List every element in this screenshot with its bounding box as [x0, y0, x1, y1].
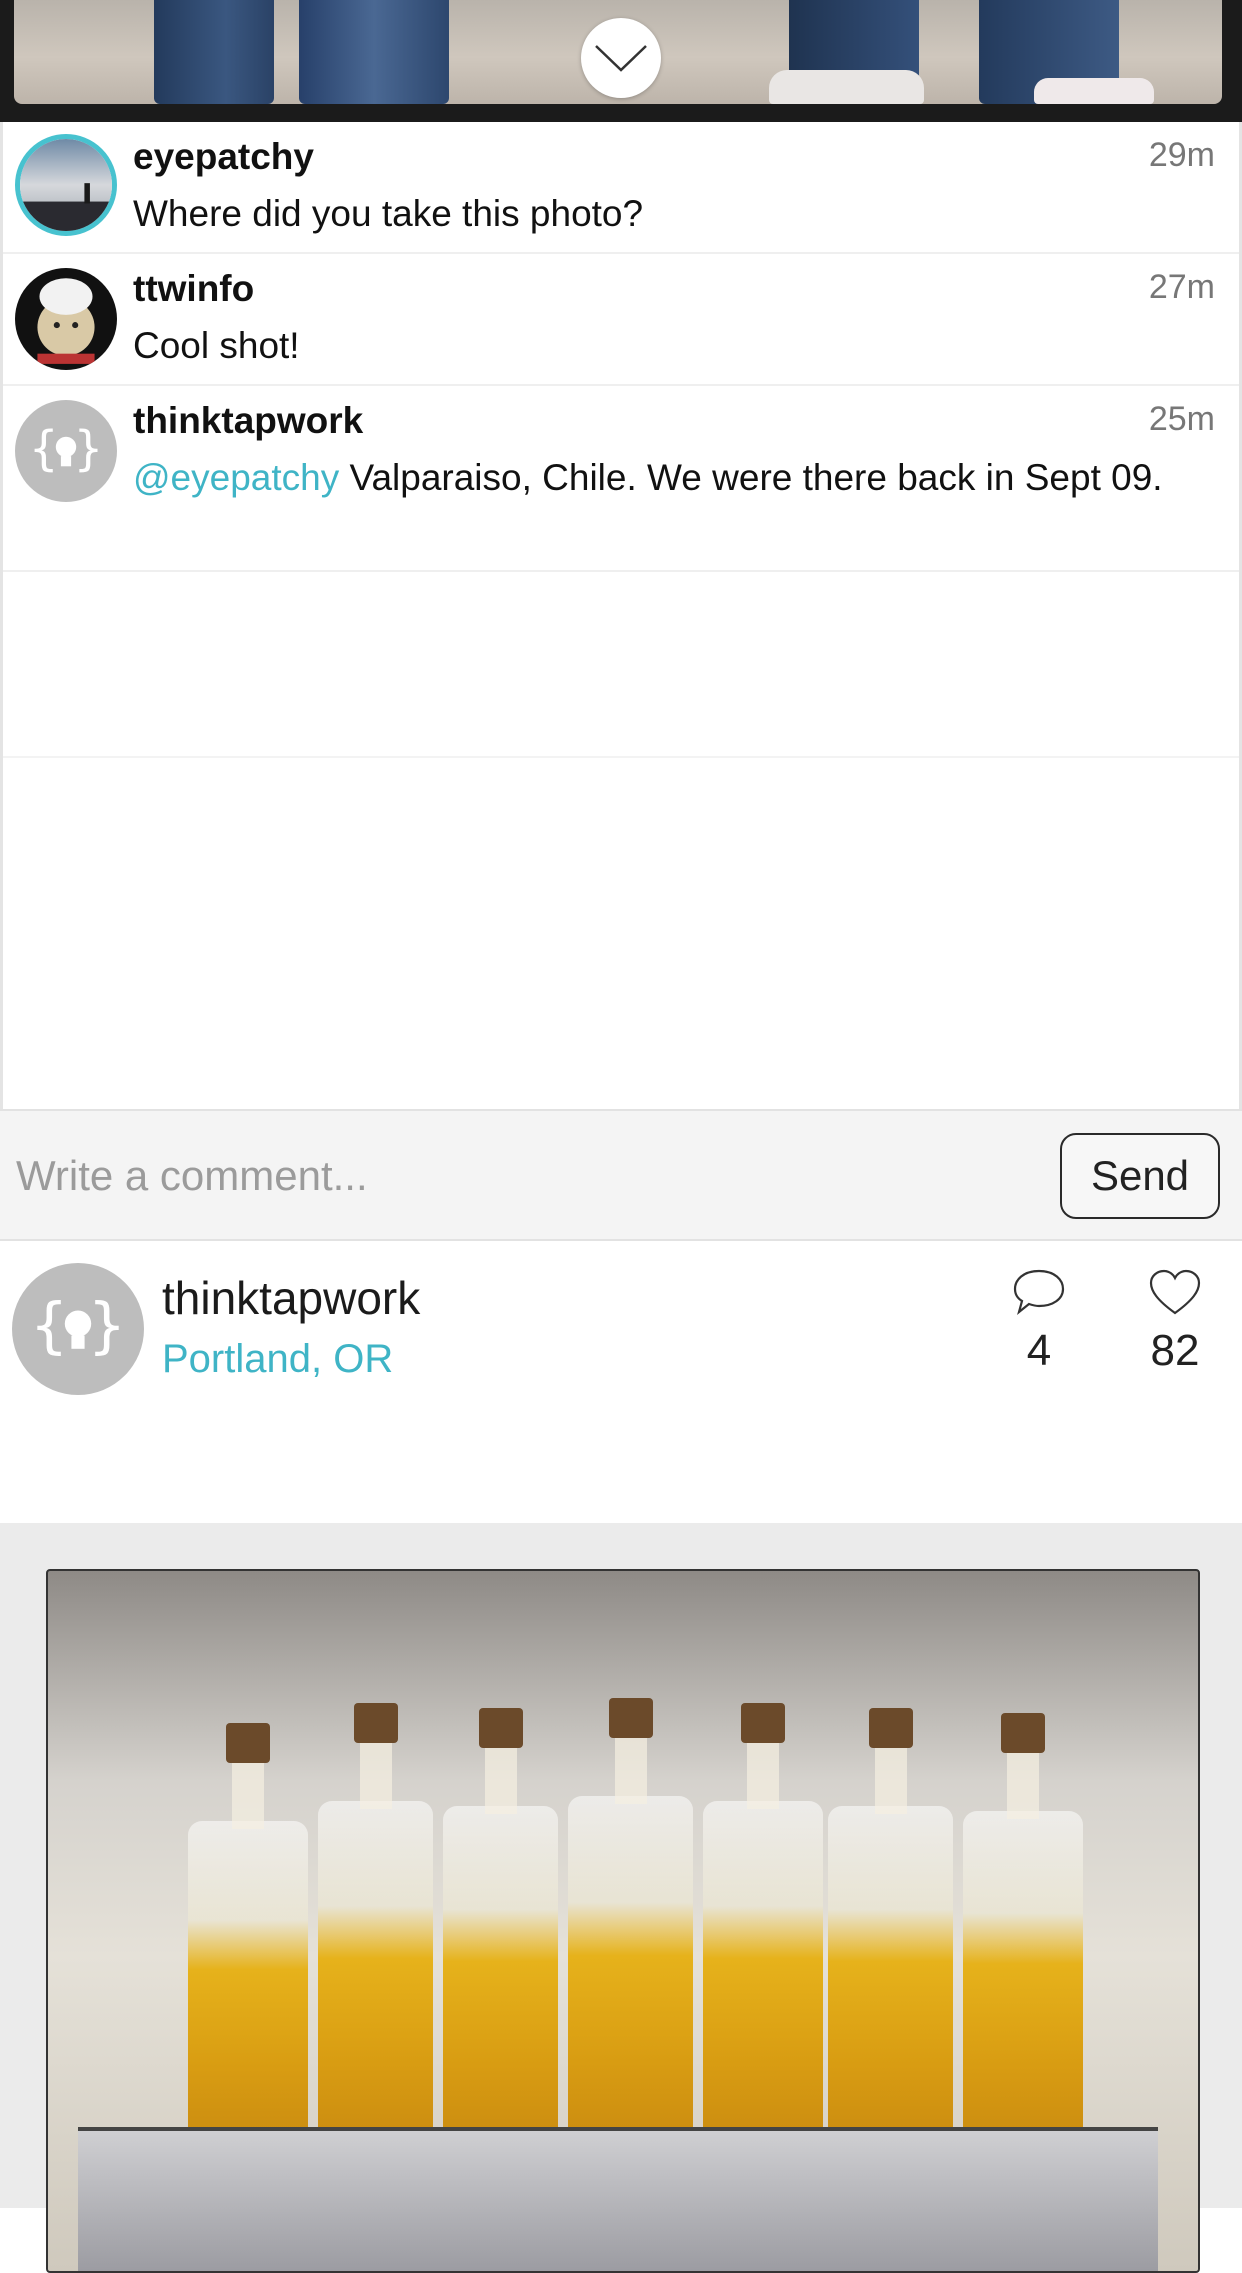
- comments-panel: eyepatchy 29m Where did you take this ph…: [0, 122, 1242, 1109]
- comment-text: @eyepatchy Valparaiso, Chile. We were th…: [133, 451, 1179, 505]
- comment-compose-bar: Send: [0, 1109, 1242, 1241]
- photo-detail: [154, 0, 274, 104]
- post-photo[interactable]: [46, 1569, 1200, 2273]
- photo-detail: [1034, 78, 1154, 104]
- photo-detail: [443, 1708, 558, 2151]
- comment-username[interactable]: thinktapwork: [133, 400, 363, 442]
- photo-detail: [318, 1703, 433, 2151]
- avatar[interactable]: [15, 268, 117, 370]
- comment-input[interactable]: [14, 1137, 1018, 1215]
- post-username[interactable]: thinktapwork: [162, 1271, 420, 1325]
- comment-item: eyepatchy 29m Where did you take this ph…: [3, 122, 1239, 254]
- comment-body: Valparaiso, Chile. We were there back in…: [339, 457, 1163, 498]
- photo-detail: [78, 2127, 1158, 2271]
- avatar-image: { }: [12, 1263, 144, 1395]
- photo-detail: [703, 1703, 823, 2151]
- post-location[interactable]: Portland, OR: [162, 1337, 393, 1382]
- comment-text: Cool shot!: [133, 325, 300, 366]
- post-header: { } thinktapwork Portland, OR 4 82: [0, 1241, 1242, 1523]
- avatar-image: [15, 268, 117, 370]
- avatar-image: { }: [15, 400, 117, 502]
- photo-detail: [188, 1723, 308, 2151]
- photo-detail: [963, 1713, 1083, 2151]
- post-photo-area: [0, 1523, 1242, 2273]
- likes-count-button[interactable]: 82: [1130, 1267, 1220, 1376]
- avatar[interactable]: { }: [15, 400, 117, 502]
- mention-link[interactable]: @eyepatchy: [133, 457, 339, 498]
- comment-item: ttwinfo 27m Cool shot!: [3, 254, 1239, 386]
- empty-row: [3, 572, 1239, 758]
- photo-detail: [568, 1698, 693, 2151]
- photo-detail: [299, 0, 449, 104]
- send-button[interactable]: Send: [1060, 1133, 1220, 1219]
- avatar-image: [20, 139, 112, 231]
- avatar[interactable]: { }: [12, 1263, 144, 1395]
- photo-detail: [769, 70, 924, 104]
- previous-photo-frame: [0, 0, 1242, 122]
- chevron-down-icon: [595, 45, 647, 72]
- comment-item: { } thinktapwork 25m @eyepatchy Valparai…: [3, 386, 1239, 572]
- comment-time: 27m: [1148, 268, 1215, 306]
- comment-username[interactable]: eyepatchy: [133, 136, 314, 178]
- comment-text: Where did you take this photo?: [133, 193, 644, 234]
- comment-time: 29m: [1148, 136, 1215, 174]
- comments-count-button[interactable]: 4: [994, 1267, 1084, 1376]
- likes-count: 82: [1150, 1326, 1200, 1375]
- heart-icon: [1149, 1269, 1201, 1315]
- comment-username[interactable]: ttwinfo: [133, 268, 254, 310]
- collapse-button[interactable]: [581, 18, 661, 98]
- speech-bubble-icon: [1013, 1269, 1065, 1315]
- avatar[interactable]: [15, 134, 117, 236]
- photo-detail: [828, 1708, 953, 2151]
- comments-count: 4: [1026, 1326, 1052, 1375]
- comment-time: 25m: [1148, 400, 1215, 438]
